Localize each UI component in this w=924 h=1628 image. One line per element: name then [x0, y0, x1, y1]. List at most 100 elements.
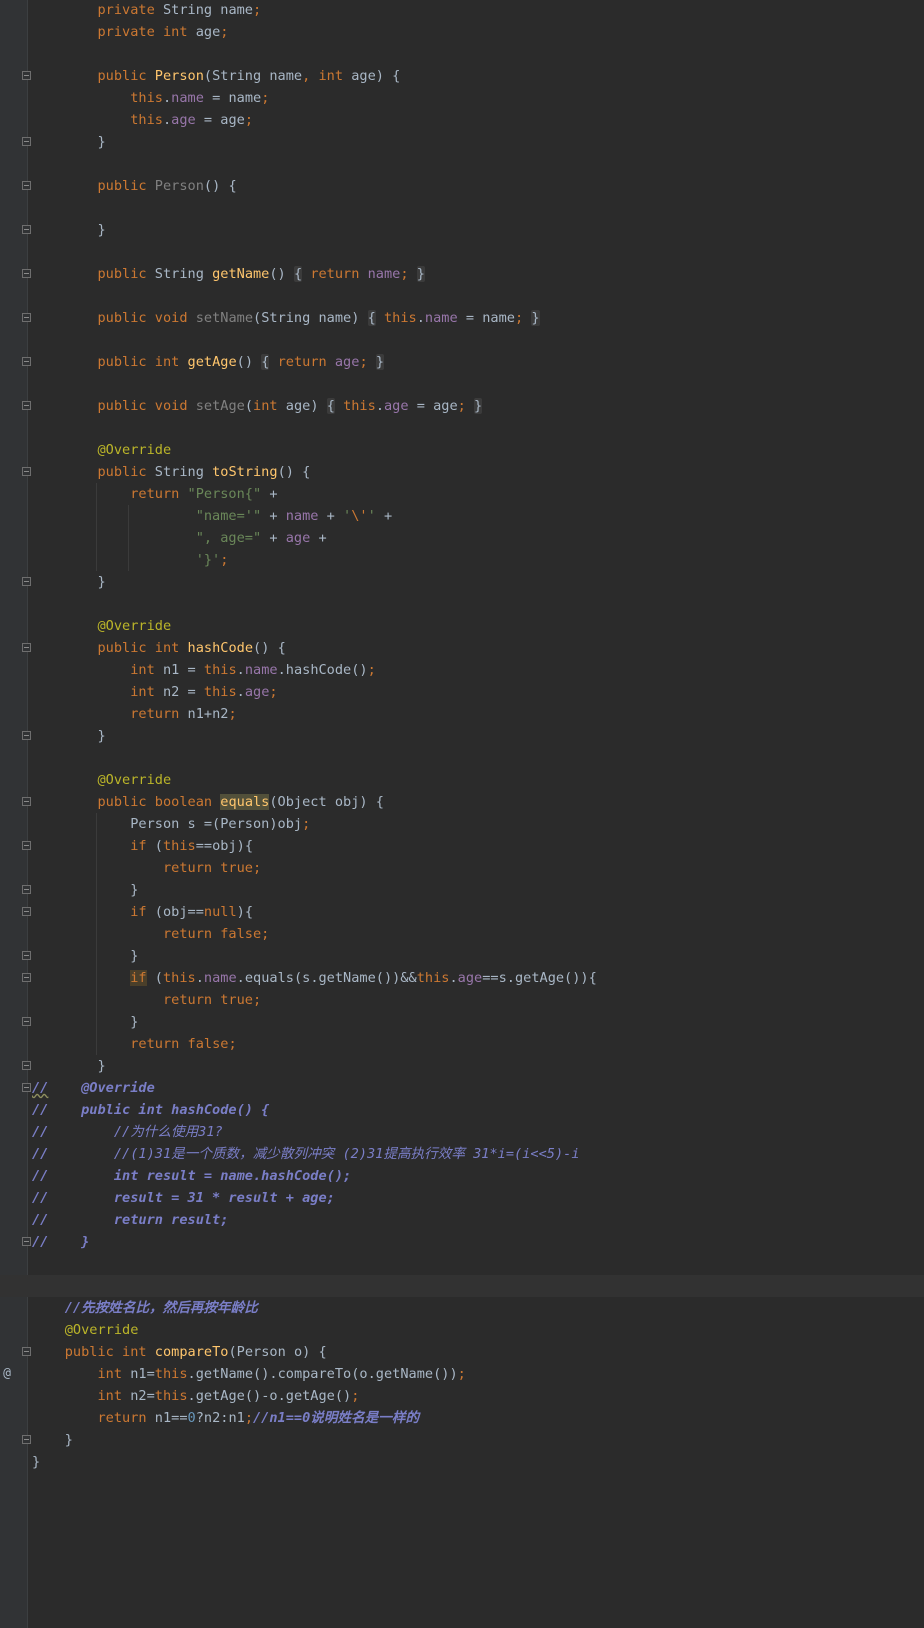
code-line[interactable]: private int age; [0, 21, 924, 43]
code-line[interactable]: } [0, 879, 924, 901]
fold-toggle-icon[interactable] [22, 577, 31, 586]
fold-toggle-icon[interactable] [22, 1061, 31, 1070]
code-line[interactable]: '}'; [0, 549, 924, 571]
code-line[interactable] [0, 285, 924, 307]
code-line[interactable]: public Person(String name, int age) { [0, 65, 924, 87]
code-line[interactable]: if (this.name.equals(s.getName())&&this.… [0, 967, 924, 989]
code-line[interactable]: @Override [0, 615, 924, 637]
code-line[interactable]: "name='" + name + '\'' + [0, 505, 924, 527]
indent-guide [96, 483, 97, 571]
code-line[interactable] [0, 197, 924, 219]
code-line[interactable]: this.age = age; [0, 109, 924, 131]
code-line[interactable] [0, 153, 924, 175]
fold-toggle-icon[interactable] [22, 1347, 31, 1356]
code-line[interactable] [0, 329, 924, 351]
code-line[interactable]: private String name; [0, 0, 924, 21]
fold-toggle-icon[interactable] [22, 467, 31, 476]
fold-toggle-icon[interactable] [22, 885, 31, 894]
fold-toggle-icon[interactable] [22, 225, 31, 234]
code-line[interactable]: ", age=" + age + [0, 527, 924, 549]
code-line[interactable]: public boolean equals(Object obj) { [0, 791, 924, 813]
fold-toggle-icon[interactable] [22, 401, 31, 410]
code-line[interactable]: @Override [0, 439, 924, 461]
code-line[interactable]: // //(1)31是一个质数，减少散列冲突 (2)31提高执行效率 31*i=… [0, 1143, 924, 1165]
code-line[interactable]: // //为什么使用31? [0, 1121, 924, 1143]
code-line[interactable] [0, 241, 924, 263]
code-line[interactable]: } [0, 1055, 924, 1077]
fold-toggle-icon[interactable] [22, 181, 31, 190]
code-line[interactable]: // @Override [0, 1077, 924, 1099]
fold-toggle-icon[interactable] [22, 71, 31, 80]
fold-toggle-icon[interactable] [22, 797, 31, 806]
fold-toggle-icon[interactable] [22, 357, 31, 366]
code-line[interactable]: public String getName() { return name; } [0, 263, 924, 285]
code-line[interactable]: if (obj==null){ [0, 901, 924, 923]
code-text: int n1=this.getName().compareTo(o.getNam… [97, 1366, 466, 1382]
code-line[interactable]: public void setAge(int age) { this.age =… [0, 395, 924, 417]
fold-toggle-icon[interactable] [22, 841, 31, 850]
code-line[interactable]: return "Person{" + [0, 483, 924, 505]
code-line[interactable]: } [0, 725, 924, 747]
code-text: return n1+n2; [130, 706, 237, 722]
code-line[interactable] [0, 43, 924, 65]
code-line[interactable]: // result = 31 * result + age; [0, 1187, 924, 1209]
code-line[interactable] [0, 417, 924, 439]
fold-toggle-icon[interactable] [22, 269, 31, 278]
code-line[interactable]: } [0, 219, 924, 241]
code-line[interactable]: // public int hashCode() { [0, 1099, 924, 1121]
code-line[interactable]: //先按姓名比，然后再按年龄比 [0, 1297, 924, 1319]
code-line[interactable]: return true; [0, 989, 924, 1011]
fold-toggle-icon[interactable] [22, 973, 31, 982]
override-method-icon[interactable]: @ [0, 1363, 14, 1385]
code-line[interactable]: @Override [0, 1319, 924, 1341]
code-line[interactable]: } [0, 1451, 924, 1473]
code-line[interactable]: return true; [0, 857, 924, 879]
code-line[interactable]: public String toString() { [0, 461, 924, 483]
fold-toggle-icon[interactable] [22, 643, 31, 652]
code-line[interactable] [0, 1275, 924, 1297]
code-line[interactable]: // } [0, 1231, 924, 1253]
code-line[interactable]: } [0, 1011, 924, 1033]
code-line[interactable]: return n1+n2; [0, 703, 924, 725]
code-line[interactable]: return false; [0, 1033, 924, 1055]
code-line[interactable]: if (this==obj){ [0, 835, 924, 857]
fold-toggle-icon[interactable] [22, 951, 31, 960]
code-line[interactable]: } [0, 945, 924, 967]
fold-toggle-icon[interactable] [22, 1083, 31, 1092]
code-line[interactable]: public Person() { [0, 175, 924, 197]
code-line[interactable]: public int hashCode() { [0, 637, 924, 659]
code-line[interactable]: this.name = name; [0, 87, 924, 109]
code-line[interactable] [0, 593, 924, 615]
code-line[interactable]: } [0, 131, 924, 153]
fold-toggle-icon[interactable] [22, 137, 31, 146]
code-line[interactable]: public int compareTo(Person o) { [0, 1341, 924, 1363]
fold-toggle-icon[interactable] [22, 907, 31, 916]
code-line[interactable]: int n1 = this.name.hashCode(); [0, 659, 924, 681]
code-text: '}'; [195, 552, 229, 568]
code-line[interactable]: int n2 = this.age; [0, 681, 924, 703]
code-line[interactable]: int n2=this.getAge()-o.getAge(); [0, 1385, 924, 1407]
code-line[interactable]: return n1==0?n2:n1;//n1==0说明姓名是一样的 [0, 1407, 924, 1429]
fold-toggle-icon[interactable] [22, 313, 31, 322]
code-line[interactable] [0, 1253, 924, 1275]
fold-toggle-icon[interactable] [22, 731, 31, 740]
fold-toggle-icon[interactable] [22, 1017, 31, 1026]
code-line[interactable]: @ int n1=this.getName().compareTo(o.getN… [0, 1363, 924, 1385]
fold-toggle-icon[interactable] [22, 1435, 31, 1444]
code-text: public int getAge() { return age; } [97, 354, 384, 370]
code-line[interactable]: return false; [0, 923, 924, 945]
code-line[interactable]: // return result; [0, 1209, 924, 1231]
code-line[interactable]: Person s =(Person)obj; [0, 813, 924, 835]
code-text: public Person(String name, int age) { [97, 68, 401, 84]
code-line[interactable]: // int result = name.hashCode(); [0, 1165, 924, 1187]
code-line[interactable]: } [0, 1429, 924, 1451]
code-line[interactable]: } [0, 571, 924, 593]
code-line[interactable] [0, 373, 924, 395]
code-text: // //为什么使用31? [32, 1124, 223, 1140]
code-line[interactable] [0, 747, 924, 769]
fold-toggle-icon[interactable] [22, 1237, 31, 1246]
code-line[interactable]: public int getAge() { return age; } [0, 351, 924, 373]
code-editor[interactable]: private String name; private int age; pu… [0, 0, 924, 1628]
code-line[interactable]: public void setName(String name) { this.… [0, 307, 924, 329]
code-line[interactable]: @Override [0, 769, 924, 791]
